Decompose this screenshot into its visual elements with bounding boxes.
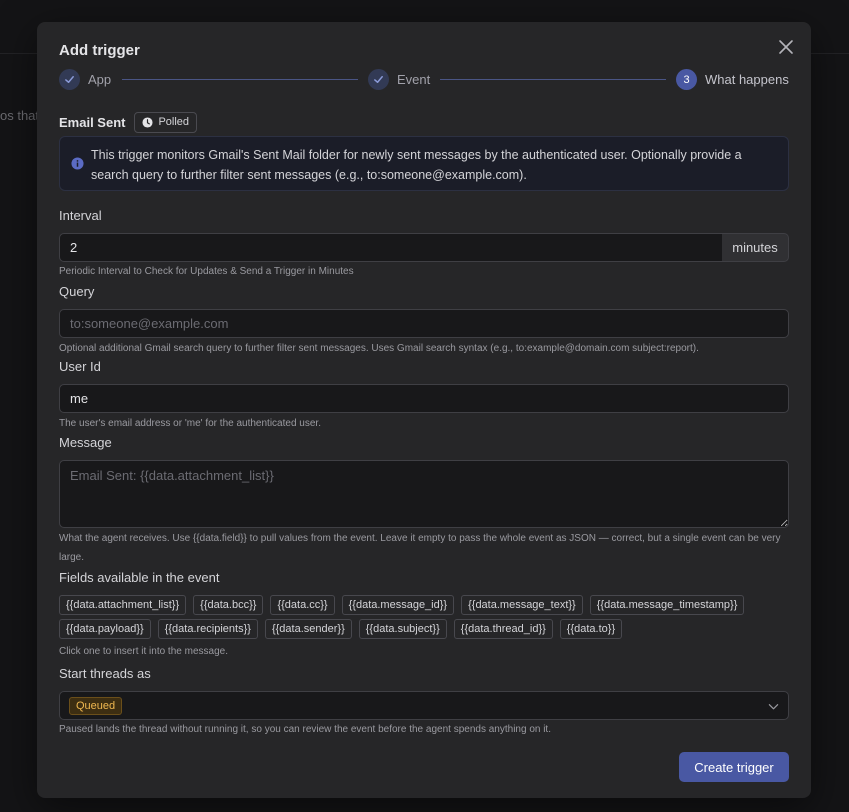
clock-icon <box>142 116 154 128</box>
user-id-hint: The user's email address or 'me' for the… <box>59 418 321 429</box>
close-icon <box>779 40 793 54</box>
field-chip[interactable]: {{data.sender}} <box>264 619 352 639</box>
step-app-indicator <box>59 69 80 90</box>
field-chip[interactable]: {{data.bcc}} <box>193 595 264 615</box>
field-chip[interactable]: {{data.payload}} <box>59 619 151 639</box>
start-threads-hint: Paused lands the thread without running … <box>59 724 551 735</box>
field-chip[interactable]: {{data.cc}} <box>270 595 335 615</box>
field-chip[interactable]: {{data.attachment_list}} <box>59 595 187 615</box>
interval-label: Interval <box>59 208 102 223</box>
info-icon <box>71 157 84 170</box>
step-connector <box>440 79 666 80</box>
close-button[interactable] <box>778 39 794 55</box>
query-label: Query <box>59 284 95 299</box>
available-fields-label: Fields available in the event <box>59 570 220 585</box>
start-threads-select[interactable]: Queued <box>59 691 789 720</box>
event-header: Email Sent Polled <box>59 111 198 133</box>
step-connector <box>122 79 358 80</box>
query-hint: Optional additional Gmail search query t… <box>59 343 699 354</box>
user-id-label: User Id <box>59 359 101 374</box>
message-hint: What the agent receives. Use {{data.fiel… <box>59 533 781 563</box>
step-event-label[interactable]: Event <box>397 72 430 87</box>
step-what-happens-label: What happens <box>705 72 789 87</box>
event-description-callout: This trigger monitors Gmail's Sent Mail … <box>59 136 789 191</box>
message-textarea[interactable] <box>59 460 789 528</box>
dialog-title: Add trigger <box>59 42 140 59</box>
polled-badge: Polled <box>134 111 198 133</box>
field-chip[interactable]: {{data.thread_id}} <box>453 619 553 639</box>
interval-input[interactable] <box>59 233 723 262</box>
message-label: Message <box>59 435 112 450</box>
field-chip[interactable]: {{data.to}} <box>559 619 623 639</box>
start-threads-label: Start threads as <box>59 666 151 681</box>
stepper: App Event 3 What happens <box>59 69 789 91</box>
interval-unit: minutes <box>722 233 789 262</box>
background-text: os that <box>0 108 40 123</box>
field-chip[interactable]: {{data.message_text}} <box>461 595 583 615</box>
field-chip[interactable]: {{data.message_id}} <box>341 595 455 615</box>
field-chip[interactable]: {{data.recipients}} <box>157 619 258 639</box>
step-what-happens-indicator: 3 <box>676 69 697 90</box>
step-app-label[interactable]: App <box>88 72 111 87</box>
event-name: Email Sent <box>59 114 126 130</box>
field-chip[interactable]: {{data.subject}} <box>358 619 447 639</box>
field-chip[interactable]: {{data.message_timestamp}} <box>589 595 745 615</box>
check-icon <box>65 76 74 83</box>
field-chips: {{data.attachment_list}} {{data.bcc}} {{da… <box>59 595 799 643</box>
check-icon <box>374 76 383 83</box>
available-fields-hint: Click one to insert it into the message. <box>59 646 228 657</box>
query-input[interactable] <box>59 309 789 338</box>
add-trigger-dialog: Add trigger App Event 3 What happens Ema… <box>37 22 811 798</box>
polled-badge-label: Polled <box>158 116 190 128</box>
step-event-indicator <box>368 69 389 90</box>
interval-hint: Periodic Interval to Check for Updates &… <box>59 266 354 277</box>
create-trigger-button[interactable]: Create trigger <box>679 752 789 782</box>
event-description: This trigger monitors Gmail's Sent Mail … <box>91 148 742 182</box>
chevron-down-icon <box>768 704 779 710</box>
queued-badge: Queued <box>69 697 123 715</box>
user-id-input[interactable] <box>59 384 789 413</box>
